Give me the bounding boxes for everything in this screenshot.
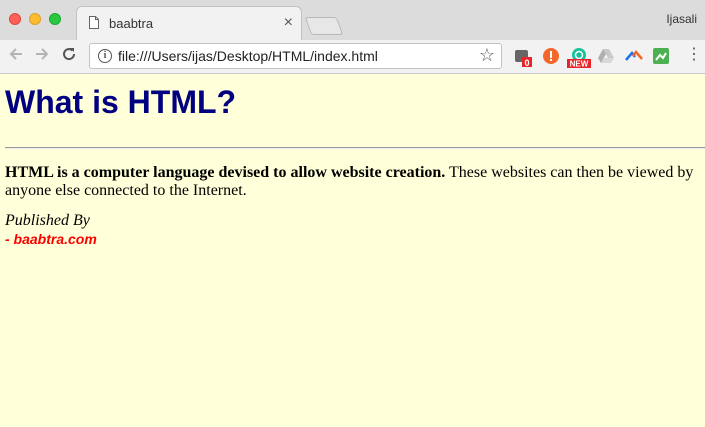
window-close-button[interactable] xyxy=(9,13,21,25)
reload-icon xyxy=(63,48,76,61)
browser-tab[interactable]: baabtra × xyxy=(76,6,302,40)
browser-menu-icon[interactable]: ⋮ xyxy=(686,46,702,64)
intro-bold-text: HTML is a computer language devised to a… xyxy=(5,164,446,181)
author-credit: - baabtra.com xyxy=(5,231,97,247)
reload-button[interactable] xyxy=(61,46,77,66)
arrow-right-icon xyxy=(36,48,49,60)
back-button[interactable] xyxy=(8,46,24,66)
extension-new-badge: NEW xyxy=(570,60,589,69)
extension-badge-count: 0 xyxy=(524,58,529,68)
browser-chrome: baabtra × Ijasali i file:///Users/ijas/D… xyxy=(0,0,705,74)
bookmark-star-icon[interactable]: ☆ xyxy=(479,45,495,66)
google-drive-icon[interactable] xyxy=(597,47,615,65)
extension-green-icon[interactable] xyxy=(652,47,670,65)
extension-grammarly-icon[interactable]: NEW xyxy=(566,47,591,69)
document-icon xyxy=(89,16,99,29)
url-text[interactable]: file:///Users/ijas/Desktop/HTML/index.ht… xyxy=(118,48,378,64)
extension-badge-icon[interactable]: 0 xyxy=(514,47,532,68)
extension-alert-icon[interactable] xyxy=(542,47,560,65)
browser-toolbar: i file:///Users/ijas/Desktop/HTML/index.… xyxy=(0,40,705,73)
forward-button[interactable] xyxy=(34,46,50,66)
published-by: Published By xyxy=(5,212,90,229)
page-heading: What is HTML? xyxy=(5,84,237,120)
tab-close-icon[interactable]: × xyxy=(284,14,293,32)
new-tab-button[interactable] xyxy=(304,17,344,35)
profile-name[interactable]: Ijasali xyxy=(666,12,697,26)
address-bar[interactable]: i file:///Users/ijas/Desktop/HTML/index.… xyxy=(89,43,502,69)
window-minimize-button[interactable] xyxy=(29,13,41,25)
extension-rainbow-icon[interactable] xyxy=(624,47,643,65)
tab-strip: baabtra × Ijasali xyxy=(0,0,705,40)
intro-paragraph: HTML is a computer language devised to a… xyxy=(5,164,700,200)
info-icon[interactable]: i xyxy=(98,49,112,63)
window-maximize-button[interactable] xyxy=(49,13,61,25)
arrow-left-icon xyxy=(9,48,22,60)
tab-title: baabtra xyxy=(109,16,154,31)
horizontal-rule xyxy=(5,147,705,149)
page-content: What is HTML? HTML is a computer languag… xyxy=(0,74,705,248)
